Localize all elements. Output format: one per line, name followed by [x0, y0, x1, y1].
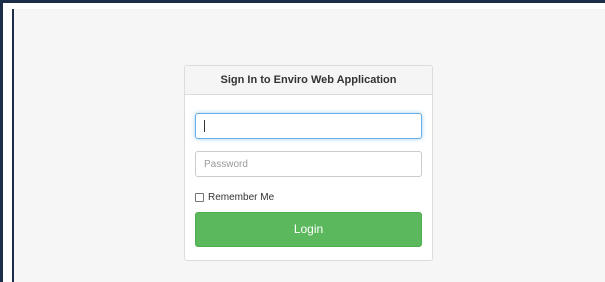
password-input[interactable] [195, 151, 422, 177]
remember-me-checkbox[interactable] [195, 192, 204, 202]
panel-title: Sign In to Enviro Web Application [185, 66, 432, 95]
login-panel: Sign In to Enviro Web Application Rememb… [184, 65, 433, 261]
text-caret [204, 120, 205, 132]
login-button[interactable]: Login [195, 212, 422, 247]
remember-me-label[interactable]: Remember Me [208, 192, 274, 203]
username-input[interactable] [195, 113, 422, 139]
remember-me[interactable]: Remember Me [195, 190, 274, 204]
